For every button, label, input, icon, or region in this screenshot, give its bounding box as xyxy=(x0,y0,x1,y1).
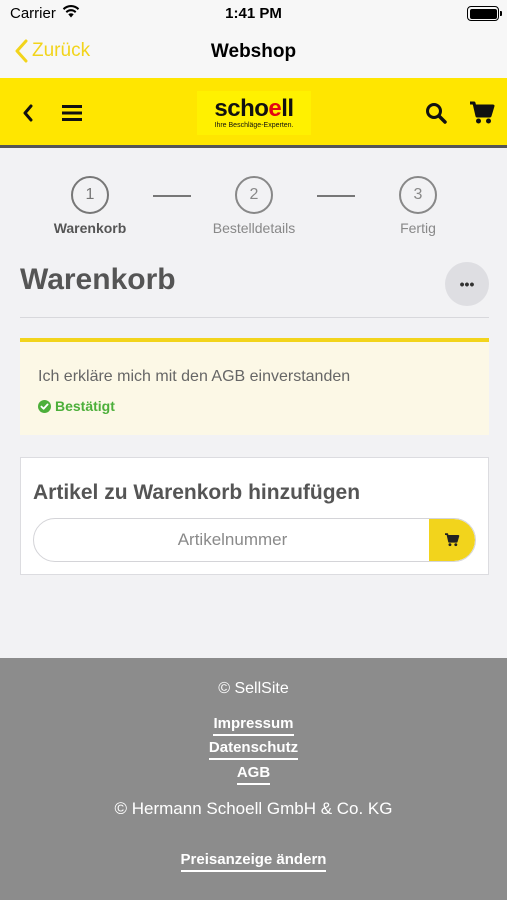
step-connector xyxy=(153,195,191,197)
step-fertig: 3 Fertig xyxy=(358,176,478,236)
search-button[interactable] xyxy=(414,78,458,148)
shop-back-button[interactable] xyxy=(6,78,50,148)
footer-link-label[interactable]: Impressum xyxy=(213,715,294,736)
article-number-input[interactable] xyxy=(34,519,431,561)
add-article-title: Artikel zu Warenkorb hinzufügen xyxy=(33,481,361,504)
menu-button[interactable] xyxy=(50,78,94,148)
footer-link-label[interactable]: AGB xyxy=(236,764,271,785)
hamburger-menu-icon xyxy=(62,105,82,121)
step-label: Warenkorb xyxy=(53,220,127,236)
cart-icon xyxy=(470,101,495,124)
chevron-left-icon xyxy=(23,104,33,122)
price-display-link[interactable]: Preisanzeige ändern xyxy=(0,851,507,872)
cart-button[interactable] xyxy=(460,78,504,148)
step-bestelldetails: 2 Bestelldetails xyxy=(194,176,314,236)
divider xyxy=(20,317,489,318)
footer-link-agb[interactable]: AGB xyxy=(0,764,507,785)
step-label: Bestelldetails xyxy=(212,220,296,236)
sellsite-copyright: © SellSite xyxy=(218,680,289,697)
footer-link-impressum[interactable]: Impressum xyxy=(0,715,507,736)
nav-title: Webshop xyxy=(210,41,297,62)
add-to-cart-button[interactable] xyxy=(429,519,475,561)
schoell-logo[interactable]: schoell Ihre Beschläge-Experten. xyxy=(197,91,311,135)
step-label: Fertig xyxy=(400,220,436,236)
step-number: 1 xyxy=(71,176,109,214)
status-time: 1:41 PM xyxy=(225,5,282,22)
add-article-card: Artikel zu Warenkorb hinzufügen xyxy=(20,457,489,575)
more-icon: ••• xyxy=(459,276,475,292)
article-number-field xyxy=(33,518,476,562)
price-display-label[interactable]: Preisanzeige ändern xyxy=(180,851,327,872)
agb-status-label: Bestätigt xyxy=(55,398,115,414)
company-copyright: © Hermann Schoell GmbH & Co. KG xyxy=(114,799,393,818)
check-circle-icon xyxy=(38,399,51,413)
step-number: 2 xyxy=(235,176,273,214)
step-number: 3 xyxy=(399,176,437,214)
footer-link-label[interactable]: Datenschutz xyxy=(208,739,299,760)
page-title: Warenkorb xyxy=(20,263,176,296)
step-connector xyxy=(317,195,355,197)
agb-text: Ich erkläre mich mit den AGB einverstand… xyxy=(38,368,351,385)
shop-header: schoell Ihre Beschläge-Experten. xyxy=(0,78,507,148)
logo-tagline: Ihre Beschläge-Experten. xyxy=(214,122,294,129)
cart-icon xyxy=(445,533,460,547)
agb-notice: Ich erkläre mich mit den AGB einverstand… xyxy=(20,338,489,435)
footer-link-datenschutz[interactable]: Datenschutz xyxy=(0,739,507,760)
agb-status: Bestätigt xyxy=(38,398,115,414)
status-bar: Carrier 1:41 PM xyxy=(0,0,507,28)
navigation-bar: Zurück Webshop xyxy=(0,28,507,78)
step-warenkorb: 1 Warenkorb xyxy=(30,176,150,236)
footer: © SellSite Impressum Datenschutz AGB © H… xyxy=(0,658,507,900)
more-options-button[interactable]: ••• xyxy=(445,262,489,306)
search-icon xyxy=(426,103,447,124)
checkout-steps: 1 Warenkorb 2 Bestelldetails 3 Fertig xyxy=(0,176,507,246)
battery-icon xyxy=(467,6,502,21)
logo-text: schoell xyxy=(214,95,294,122)
